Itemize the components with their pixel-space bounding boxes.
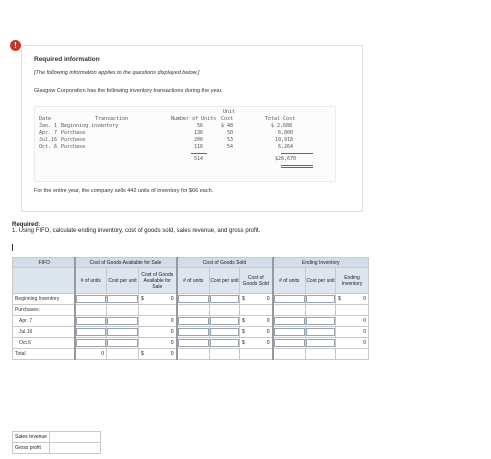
beginning-sold-units-input[interactable]	[175, 293, 210, 305]
apr-end-units-input[interactable]	[271, 315, 306, 327]
header-units: Number of Units	[171, 116, 217, 122]
beginning-available-cell: $0	[138, 293, 177, 305]
oct-end-cell: 0	[335, 337, 369, 349]
inventory-row: Oct. 6 Purchase 116 54 6,264	[39, 144, 294, 150]
header-unit-top: Unit	[223, 109, 236, 115]
alert-icon: !	[10, 40, 21, 51]
row-beginning: Beginning Inventory $0 $0 $0	[12, 293, 369, 305]
jul-sold-cost-input[interactable]	[209, 326, 240, 338]
total-units: 514	[194, 156, 204, 162]
oct-sold-units-input[interactable]	[175, 337, 210, 349]
row-label: Oct.6	[12, 337, 75, 349]
apr-end-cost-input[interactable]	[305, 315, 336, 327]
gross-profit-label: Gross profit	[12, 442, 50, 454]
row-label: Total	[12, 348, 75, 360]
beginning-units-input[interactable]	[73, 293, 107, 305]
col-end-units: # of units	[271, 267, 306, 294]
col-end-cost: Cost per unit	[305, 267, 336, 294]
oct-sold-cell: $0	[239, 337, 273, 349]
summary-table: Sales revenue Gross profit	[12, 431, 101, 454]
sales-revenue-input[interactable]	[48, 431, 101, 443]
double-underline	[281, 165, 313, 166]
beginning-end-cell: $0	[335, 293, 369, 305]
total-cost: $26,670	[275, 156, 297, 162]
group-sold: Cost of Goods Sold	[175, 257, 273, 268]
sales-statement: For the entire year, the company sells 4…	[34, 188, 214, 194]
row-label: Apr. 7	[12, 315, 75, 327]
info-note: [The following information applies to th…	[34, 70, 200, 76]
inventory-row: Jul.16 Purchase 206 53 10,918	[39, 137, 294, 143]
row-oct: Oct.6 0 $0 0	[12, 337, 369, 349]
jul-end-cell: 0	[335, 326, 369, 338]
apr-cost-input[interactable]	[106, 315, 139, 327]
jul-units-input[interactable]	[73, 326, 107, 338]
beginning-sold-cell: $0	[239, 293, 273, 305]
row-label: Purchases:	[12, 304, 75, 316]
jul-sold-cell: $0	[239, 326, 273, 338]
cost-divider	[281, 153, 313, 154]
jul-sold-units-input[interactable]	[175, 326, 210, 338]
beginning-cost-input[interactable]	[106, 293, 139, 305]
group-ending: Ending Inventory	[271, 257, 369, 268]
inventory-row: Apr. 7 Purchase 136 50 6,800	[39, 130, 294, 136]
col-sold-units: # of units	[175, 267, 210, 294]
row-jul: Jul.16 0 $0 0	[12, 326, 369, 338]
required-item: 1. Using FIFO, calculate ending inventor…	[12, 228, 261, 234]
inventory-transactions-table: Unit Date Transaction Number of Units Co…	[34, 106, 336, 182]
apr-available-cell: 0	[138, 315, 177, 327]
required-information-panel: Required information [The following info…	[21, 45, 363, 212]
oct-units-input[interactable]	[73, 337, 107, 349]
col-cost-per-unit: Cost per unit	[106, 267, 139, 294]
required-section: Required: 1. Using FIFO, calculate endin…	[12, 222, 260, 234]
group-available: Cost of Goods Available for Sale	[73, 257, 177, 268]
text-cursor	[12, 244, 13, 251]
col-cogs-available: Cost of Goods Available for Sale	[138, 267, 177, 294]
oct-end-cost-input[interactable]	[305, 337, 336, 349]
method-label: FIFO	[12, 257, 75, 268]
header-transaction: Transaction	[95, 116, 129, 122]
header-date: Date	[39, 116, 52, 122]
beginning-sold-cost-input[interactable]	[209, 293, 240, 305]
beginning-end-units-input[interactable]	[271, 293, 306, 305]
blank-header	[12, 267, 75, 294]
oct-end-units-input[interactable]	[271, 337, 306, 349]
total-available-cell: $0	[138, 348, 177, 360]
apr-sold-cost-input[interactable]	[209, 315, 240, 327]
apr-sold-cell: $0	[239, 315, 273, 327]
gross-profit-input[interactable]	[48, 442, 101, 454]
apr-sold-units-input[interactable]	[175, 315, 210, 327]
row-purchases: Purchases:	[12, 304, 369, 316]
header-cost: Cost	[221, 116, 234, 122]
col-units: # of units	[73, 267, 107, 294]
units-divider	[191, 153, 207, 154]
jul-cost-input[interactable]	[106, 326, 139, 338]
apr-end-cell: 0	[335, 315, 369, 327]
row-label: Beginning Inventory	[12, 293, 75, 305]
total-units-cell: 0	[73, 348, 107, 360]
beginning-end-cost-input[interactable]	[305, 293, 336, 305]
info-intro: Glasgow Corporation has the following in…	[34, 88, 223, 94]
col-sold-cost: Cost per unit	[209, 267, 240, 294]
jul-end-cost-input[interactable]	[305, 326, 336, 338]
row-total: Total 0 $0	[12, 348, 369, 360]
row-label: Jul.16	[12, 326, 75, 338]
jul-end-units-input[interactable]	[271, 326, 306, 338]
header-total: Total Cost	[265, 116, 296, 122]
inventory-row: Jan. 1 Beginning inventory 56 $ 48 $ 2,6…	[39, 123, 293, 129]
fifo-worksheet: FIFO Cost of Goods Available for Sale Co…	[12, 257, 369, 360]
col-end-inventory: Ending Inventory	[335, 267, 369, 294]
jul-available-cell: 0	[138, 326, 177, 338]
double-underline	[281, 167, 313, 168]
oct-cost-input[interactable]	[106, 337, 139, 349]
sales-revenue-label: Sales revenue	[12, 431, 50, 443]
oct-available-cell: 0	[138, 337, 177, 349]
oct-sold-cost-input[interactable]	[209, 337, 240, 349]
info-title: Required information	[34, 56, 100, 63]
col-cogs-sold: Cost of Goods Sold	[239, 267, 273, 294]
apr-units-input[interactable]	[73, 315, 107, 327]
row-apr: Apr. 7 0 $0 0	[12, 315, 369, 327]
